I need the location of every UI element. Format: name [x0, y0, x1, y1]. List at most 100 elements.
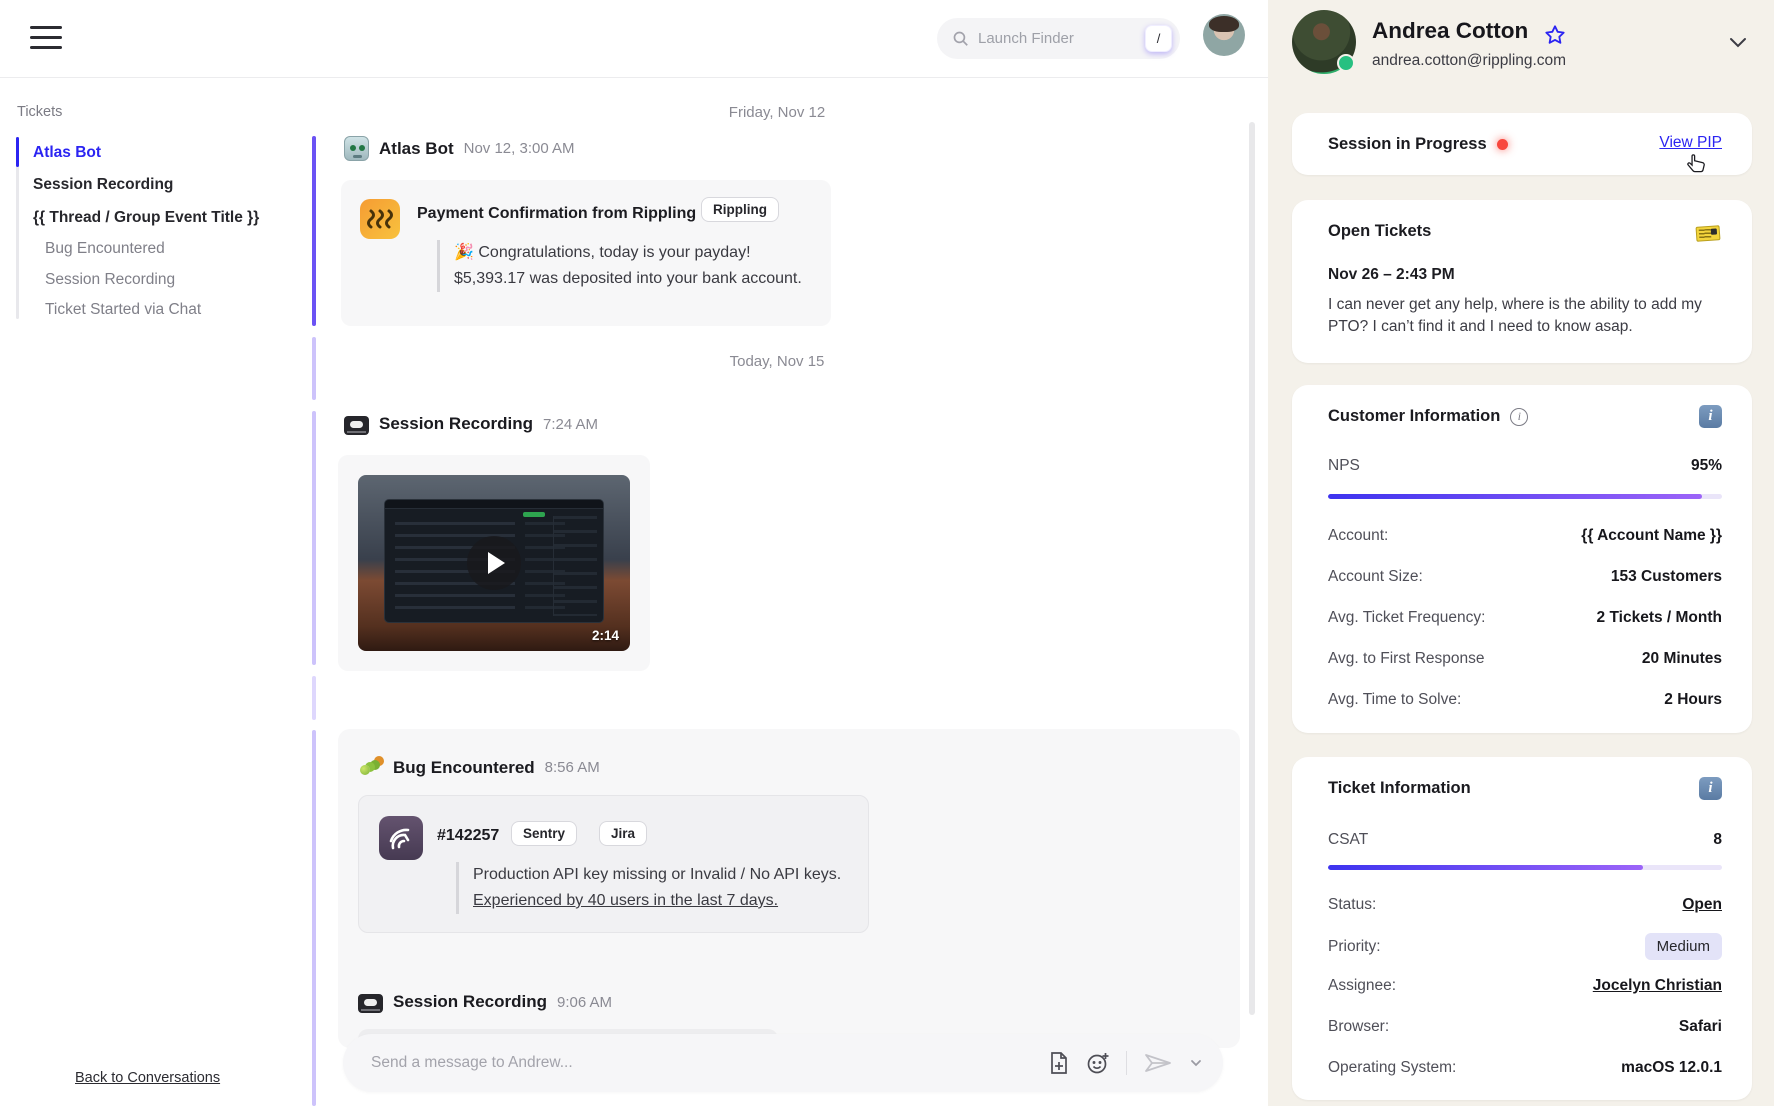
row-value: {{ Account Name }} [1581, 527, 1722, 545]
agent-avatar[interactable] [1203, 14, 1245, 56]
info-badge-icon[interactable]: i [1699, 405, 1722, 428]
message-time: 7:24 AM [543, 416, 598, 433]
message-time: 8:56 AM [545, 759, 600, 776]
os-row: Operating System:macOS 12.0.1 [1328, 1059, 1722, 1077]
mouse-cursor [1686, 153, 1708, 175]
search-icon [952, 30, 969, 47]
customer-panel: Andrea Cotton andrea.cotton@rippling.com… [1268, 0, 1774, 1106]
browser-row: Browser: Safari [1328, 1018, 1722, 1036]
issue-line-1: Production API key missing or Invalid / … [473, 862, 856, 888]
row-label: Priority: [1328, 938, 1381, 956]
sidebar-section-label: Tickets [17, 104, 62, 120]
customer-info-title-text: Customer Information [1328, 407, 1500, 426]
sentry-issue-card[interactable]: #142257 Sentry Jira Production API key m… [358, 795, 869, 933]
message-sender: Bug Encountered [393, 758, 535, 778]
rippling-badge: Rippling [701, 197, 779, 222]
customer-name: Andrea Cotton [1372, 18, 1528, 44]
nps-value: 95% [1691, 457, 1722, 475]
row-value: 153 Customers [1611, 568, 1722, 586]
info-badge-icon[interactable]: i [1699, 777, 1722, 800]
ticket-info-title: Ticket Information [1328, 779, 1471, 798]
robot-icon [344, 136, 369, 161]
row-label: Status: [1328, 896, 1376, 914]
row-value: 2 Hours [1664, 691, 1722, 709]
issue-users-link[interactable]: Experienced by 40 users in the last 7 da… [473, 888, 856, 914]
status-row: Status: Open [1328, 896, 1722, 914]
send-options-chevron-icon[interactable] [1189, 1056, 1203, 1070]
video-card: 2:14 [338, 455, 650, 671]
message-header-session-recording-2: Session Recording 9:06 AM [358, 991, 612, 1013]
row-value: Safari [1679, 1018, 1722, 1036]
thread-line-segment [312, 337, 316, 400]
customer-avatar [1292, 10, 1356, 74]
sidebar-item-session-recording-2[interactable]: Session Recording [45, 271, 175, 289]
menu-icon[interactable] [30, 23, 62, 53]
priority-row: Priority: Medium [1328, 933, 1722, 960]
ticket-message: I can never get any help, where is the a… [1328, 294, 1723, 338]
vhs-icon [344, 416, 369, 435]
view-pip-link[interactable]: View PIP [1659, 134, 1722, 152]
priority-badge: Medium [1645, 933, 1722, 960]
attach-file-icon[interactable] [1048, 1051, 1070, 1075]
row-label: Account: [1328, 527, 1388, 545]
send-icon[interactable] [1143, 1051, 1173, 1075]
status-open-link[interactable]: Open [1682, 896, 1722, 914]
nps-progress-bar [1328, 494, 1722, 499]
row-value: 2 Tickets / Month [1597, 609, 1722, 627]
live-session-dot [1497, 139, 1508, 150]
thread-line-segment [312, 730, 316, 1106]
message-time: 9:06 AM [557, 994, 612, 1011]
tickets-icon [1696, 225, 1721, 242]
row-label: Avg. Time to Solve: [1328, 691, 1461, 709]
row-label: Avg. to First Response [1328, 650, 1485, 668]
composer-divider [1126, 1051, 1127, 1075]
assignee-link[interactable]: Jocelyn Christian [1593, 977, 1722, 995]
vhs-icon [358, 994, 383, 1013]
thread-line-segment [312, 411, 316, 665]
payment-attachment-card[interactable]: Payment Confirmation from Rippling Rippl… [341, 180, 831, 326]
top-bar: / [0, 0, 1268, 78]
collapse-panel-chevron-icon[interactable] [1726, 30, 1750, 54]
issue-id: #142257 [437, 827, 499, 845]
sidebar-item-ticket-started[interactable]: Ticket Started via Chat [45, 301, 201, 319]
launch-finder-search[interactable]: / [937, 18, 1180, 59]
issue-description: Production API key missing or Invalid / … [456, 862, 856, 914]
open-tickets-card: Open Tickets Nov 26 – 2:43 PM I can neve… [1292, 200, 1752, 363]
thread-line-segment [312, 676, 316, 720]
search-input[interactable] [978, 30, 1145, 47]
row-label: Browser: [1328, 1018, 1389, 1036]
sidebar-item-thread-title[interactable]: {{ Thread / Group Event Title }} [33, 209, 259, 227]
message-header-bug-encountered: Bug Encountered 8:56 AM [358, 755, 600, 780]
sentry-logo-icon [379, 816, 423, 860]
customer-information-card: Customer Information i i NPS 95% Account… [1292, 385, 1752, 733]
session-card-title: Session in Progress [1328, 135, 1508, 154]
ticket-frequency-row: Avg. Ticket Frequency: 2 Tickets / Month [1328, 609, 1722, 627]
row-label: Avg. Ticket Frequency: [1328, 609, 1485, 627]
session-title-text: Session in Progress [1328, 135, 1487, 154]
sidebar-active-indicator [16, 137, 19, 167]
message-input[interactable] [371, 1054, 1048, 1072]
back-to-conversations-link[interactable]: Back to Conversations [75, 1070, 220, 1086]
date-divider: Today, Nov 15 [627, 353, 927, 370]
payment-line-2: $5,393.17 was deposited into your bank a… [454, 266, 817, 292]
sidebar-item-bug-encountered[interactable]: Bug Encountered [45, 240, 165, 258]
customer-info-title: Customer Information i [1328, 407, 1528, 426]
play-button-icon[interactable] [467, 536, 521, 590]
session-in-progress-card: Session in Progress View PIP [1292, 113, 1752, 175]
sidebar-item-session-recording[interactable]: Session Recording [33, 176, 173, 194]
nps-row: NPS 95% [1328, 457, 1722, 475]
message-sender: Session Recording [393, 992, 547, 1012]
favorite-star-icon[interactable] [1544, 24, 1566, 46]
account-size-row: Account Size:153 Customers [1328, 568, 1722, 586]
sidebar-item-atlas-bot[interactable]: Atlas Bot [33, 144, 101, 162]
session-recording-video[interactable]: 2:14 [358, 475, 630, 651]
open-tickets-title: Open Tickets [1328, 222, 1431, 241]
csat-value: 8 [1713, 831, 1722, 849]
info-circle-icon[interactable]: i [1510, 408, 1528, 426]
message-time: Nov 12, 3:00 AM [464, 140, 575, 157]
chat-scrollbar[interactable] [1249, 122, 1255, 1015]
emoji-add-icon[interactable] [1086, 1051, 1110, 1075]
message-header-atlas-bot: Atlas Bot Nov 12, 3:00 AM [344, 136, 575, 161]
message-composer[interactable] [343, 1034, 1223, 1092]
app-root: / Tickets Atlas Bot Session Recording {{… [0, 0, 1774, 1106]
